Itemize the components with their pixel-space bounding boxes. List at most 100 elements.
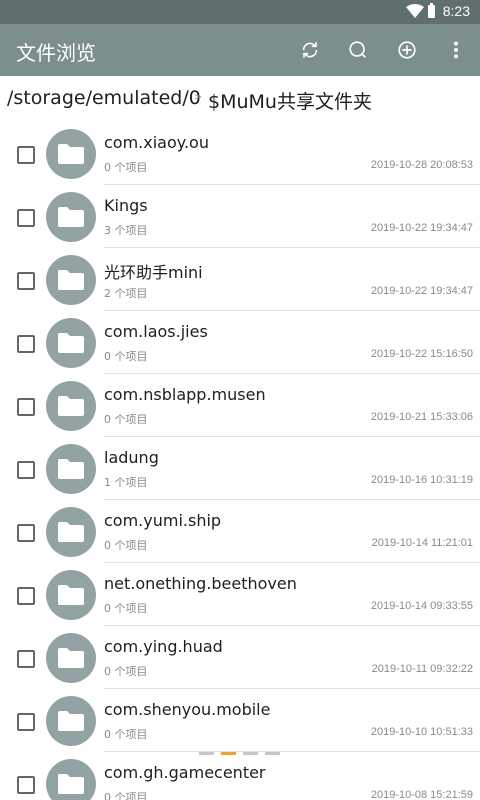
list-item[interactable]: com.nsblapp.musen 0 个项目 2019-10-21 15:33:0… (0, 374, 480, 437)
page-dot (265, 752, 280, 755)
select-checkbox[interactable] (17, 776, 35, 794)
file-name: com.xiaoy.ou (104, 133, 209, 152)
folder-avatar (46, 129, 96, 179)
modified-date: 2019-10-16 10:31:19 (370, 474, 473, 486)
folder-icon (58, 648, 84, 668)
list-item[interactable]: com.xiaoy.ou 0 个项目 2019-10-28 20:08:53 (0, 122, 480, 185)
folder-icon (58, 774, 84, 794)
item-count: 3 个项目 (104, 224, 148, 237)
breadcrumb-root[interactable]: /storage/emulated/0 (7, 87, 201, 109)
list-item[interactable]: com.laos.jies 0 个项目 2019-10-22 15:16:50 (0, 311, 480, 374)
select-checkbox[interactable] (17, 398, 35, 416)
folder-icon (58, 711, 84, 731)
breadcrumb-current[interactable]: $MuMu共享文件夹 (208, 87, 372, 114)
item-count: 0 个项目 (104, 665, 148, 678)
file-name: com.ying.huad (104, 637, 223, 656)
folder-icon (58, 459, 84, 479)
modified-date: 2019-10-14 09:33:55 (370, 600, 473, 612)
modified-date: 2019-10-21 15:33:06 (370, 411, 473, 423)
list-item[interactable]: Kings 3 个项目 2019-10-22 19:34:47 (0, 185, 480, 248)
breadcrumb-separator: > (194, 92, 203, 103)
select-checkbox[interactable] (17, 335, 35, 353)
item-count: 0 个项目 (104, 602, 148, 615)
page-title: 文件浏览 (16, 41, 96, 65)
more-options-button[interactable] (443, 37, 469, 63)
refresh-icon (302, 42, 318, 58)
select-checkbox[interactable] (17, 209, 35, 227)
list-item[interactable]: com.yumi.ship 0 个项目 2019-10-14 11:21:01 (0, 500, 480, 563)
folder-avatar (46, 696, 96, 746)
modified-date: 2019-10-22 19:34:47 (370, 285, 473, 297)
modified-date: 2019-10-14 11:21:01 (371, 537, 473, 549)
folder-avatar (46, 444, 96, 494)
folder-avatar (46, 255, 96, 305)
file-name: 光环助手mini (104, 263, 203, 282)
folder-icon (58, 396, 84, 416)
file-name: net.onething.beethoven (104, 574, 297, 593)
select-checkbox[interactable] (17, 713, 35, 731)
page-dot (221, 752, 236, 755)
page-dot (243, 752, 258, 755)
file-name: com.laos.jies (104, 322, 208, 341)
folder-avatar (46, 192, 96, 242)
folder-avatar (46, 633, 96, 683)
page-dot (199, 752, 214, 755)
file-name: com.nsblapp.musen (104, 385, 266, 404)
item-count: 0 个项目 (104, 728, 148, 741)
folder-icon (58, 144, 84, 164)
select-checkbox[interactable] (17, 461, 35, 479)
wifi-icon (406, 4, 424, 18)
more-vert-icon (453, 41, 459, 59)
folder-icon (58, 333, 84, 353)
file-name: com.gh.gamecenter (104, 763, 266, 782)
status-bar: 8:23 (0, 0, 480, 24)
folder-avatar (46, 318, 96, 368)
modified-date: 2019-10-10 10:51:33 (370, 726, 473, 738)
folder-icon (58, 270, 84, 290)
item-count: 0 个项目 (104, 350, 148, 363)
select-checkbox[interactable] (17, 650, 35, 668)
search-icon (349, 41, 366, 58)
list-item[interactable]: com.shenyou.mobile 0 个项目 2019-10-10 10:51:… (0, 689, 480, 752)
select-checkbox[interactable] (17, 146, 35, 164)
file-name: Kings (104, 196, 148, 215)
list-item[interactable]: com.gh.gamecenter 0 个项目 2019-10-08 15:21:5… (0, 752, 480, 800)
item-count: 2 个项目 (104, 287, 148, 300)
folder-avatar (46, 507, 96, 557)
modified-date: 2019-10-28 20:08:53 (370, 159, 473, 171)
status-time: 8:23 (442, 3, 470, 19)
page-indicator (199, 752, 283, 755)
list-item[interactable]: com.ying.huad 0 个项目 2019-10-11 09:32:22 (0, 626, 480, 689)
folder-avatar (46, 381, 96, 431)
modified-date: 2019-10-22 15:16:50 (370, 348, 473, 360)
modified-date: 2019-10-22 19:34:47 (370, 222, 473, 234)
add-button[interactable] (394, 37, 420, 63)
file-list: com.xiaoy.ou 0 个项目 2019-10-28 20:08:53 King… (0, 122, 480, 800)
list-item[interactable]: 光环助手mini 2 个项目 2019-10-22 19:34:47 (0, 248, 480, 311)
item-count: 0 个项目 (104, 161, 148, 174)
item-count: 0 个项目 (104, 539, 148, 552)
folder-icon (58, 207, 84, 227)
folder-avatar (46, 759, 96, 800)
file-name: com.yumi.ship (104, 511, 222, 530)
list-item[interactable]: net.onething.beethoven 0 个项目 2019-10-14 09… (0, 563, 480, 626)
folder-icon (58, 522, 84, 542)
select-checkbox[interactable] (17, 272, 35, 290)
list-item[interactable]: ladung 1 个项目 2019-10-16 10:31:19 (0, 437, 480, 500)
file-name: ladung (104, 448, 159, 467)
folder-avatar (46, 570, 96, 620)
folder-icon (58, 585, 84, 605)
item-count: 0 个项目 (104, 413, 148, 426)
add-icon (398, 41, 416, 59)
item-count: 0 个项目 (104, 791, 148, 800)
file-name: com.shenyou.mobile (104, 700, 271, 719)
item-count: 1 个项目 (104, 476, 148, 489)
search-button[interactable] (345, 37, 371, 63)
modified-date: 2019-10-08 15:21:59 (370, 789, 473, 800)
select-checkbox[interactable] (17, 587, 35, 605)
select-checkbox[interactable] (17, 524, 35, 542)
modified-date: 2019-10-11 09:32:22 (371, 663, 473, 675)
breadcrumb: /storage/emulated/0 > $MuMu共享文件夹 (0, 76, 480, 122)
battery-icon (428, 3, 435, 18)
refresh-button[interactable] (297, 37, 323, 63)
